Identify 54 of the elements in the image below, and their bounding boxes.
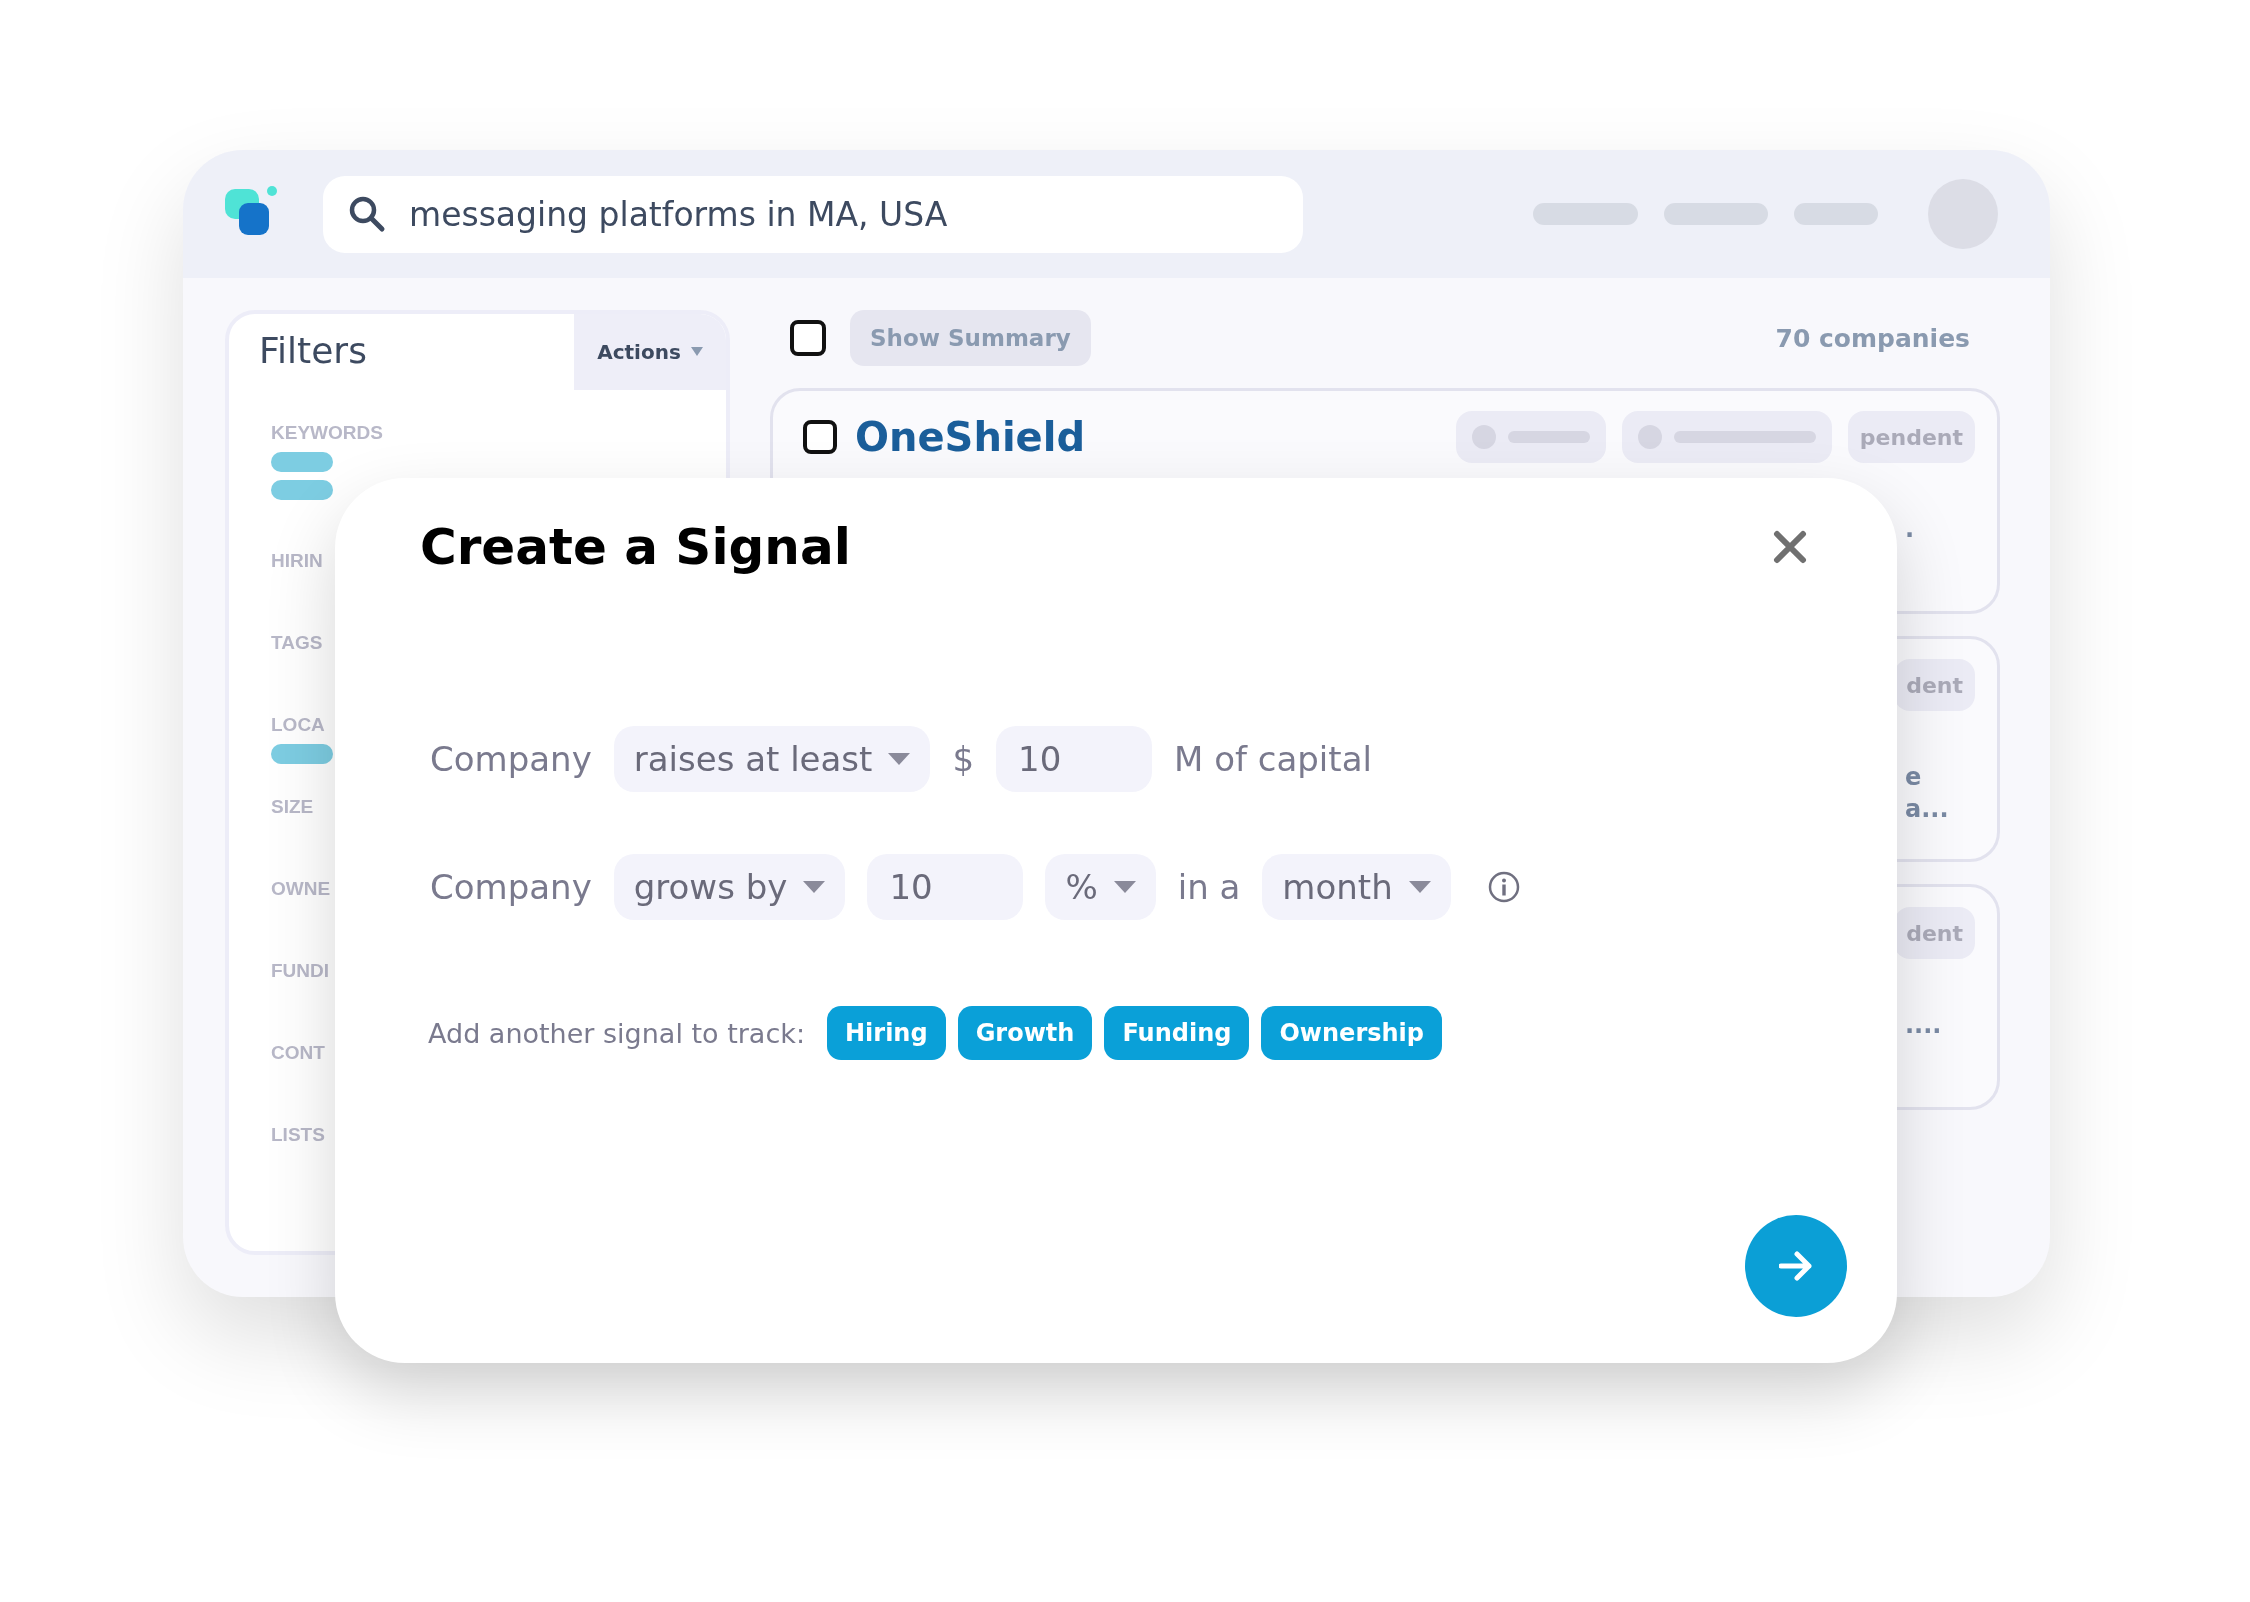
caret-icon xyxy=(803,881,826,893)
show-summary-button[interactable]: Show Summary xyxy=(850,310,1091,366)
description-text: .... xyxy=(1905,1011,1943,1039)
ownership-chip: dent xyxy=(1894,907,1975,959)
filter-label[interactable]: TAGS xyxy=(271,632,323,654)
info-icon xyxy=(1486,870,1521,904)
filter-label[interactable]: HIRIN xyxy=(271,550,323,572)
condition-text: $ xyxy=(952,739,975,779)
caret-icon xyxy=(1408,881,1431,893)
filter-label[interactable]: FUNDI xyxy=(271,960,330,982)
filter-label[interactable]: OWNE xyxy=(271,878,331,900)
caret-icon xyxy=(690,347,703,357)
description-text: . xyxy=(1905,515,1916,543)
filters-tab[interactable]: Filters xyxy=(229,314,574,390)
condition-dropdown[interactable]: % xyxy=(1045,854,1156,920)
amount-field[interactable]: 10 xyxy=(867,854,1024,920)
condition-text: in a xyxy=(1177,867,1241,907)
close-icon xyxy=(1773,530,1807,564)
description-text: e xyxy=(1905,763,1923,791)
select-all-checkbox[interactable] xyxy=(790,320,826,356)
ownership-chip: dent xyxy=(1894,659,1975,711)
search-icon xyxy=(347,194,387,234)
signal-type-tag[interactable]: Ownership xyxy=(1261,1006,1442,1060)
ownership-chip: pendent xyxy=(1847,411,1975,463)
signal-type-tag[interactable]: Hiring xyxy=(827,1006,946,1060)
condition-dropdown[interactable]: grows by xyxy=(613,854,846,920)
filter-label[interactable]: CONT xyxy=(271,1042,325,1064)
row-checkbox[interactable] xyxy=(803,420,837,454)
amount-field[interactable]: 10 xyxy=(996,726,1153,792)
condition-dropdown[interactable]: raises at least xyxy=(613,726,931,792)
condition-text: M of capital xyxy=(1174,739,1372,779)
condition-text: Company xyxy=(430,739,592,779)
filter-label[interactable]: LISTS xyxy=(271,1124,325,1146)
filter-label[interactable]: SIZE xyxy=(271,796,314,818)
close-button[interactable] xyxy=(1773,530,1807,564)
filter-label[interactable]: KEYWORDS xyxy=(271,422,383,444)
dialog-title: Create a Signal xyxy=(420,518,851,576)
caret-icon xyxy=(888,753,911,765)
filter-label[interactable]: LOCA xyxy=(271,714,325,736)
condition-dropdown[interactable]: month xyxy=(1262,854,1451,920)
company-name[interactable]: OneShield xyxy=(855,414,1086,460)
signal-type-tag[interactable]: Funding xyxy=(1104,1006,1250,1060)
results-count: 70 companies xyxy=(1775,323,1970,353)
condition-text: Company xyxy=(430,867,592,907)
actions-dropdown[interactable]: Actions xyxy=(574,314,726,390)
signal-type-tag[interactable]: Growth xyxy=(957,1006,1093,1060)
description-text: a... xyxy=(1905,795,1950,823)
search-field[interactable]: messaging platforms in MA, USA xyxy=(323,175,1303,253)
caret-icon xyxy=(1113,881,1136,893)
arrow-right-icon xyxy=(1779,1251,1813,1281)
selected-filter-bar xyxy=(271,744,333,764)
selected-filter-bar xyxy=(271,480,333,500)
selected-filter-bar xyxy=(271,452,333,472)
add-signal-prompt: Add another signal to track: xyxy=(428,1017,805,1049)
